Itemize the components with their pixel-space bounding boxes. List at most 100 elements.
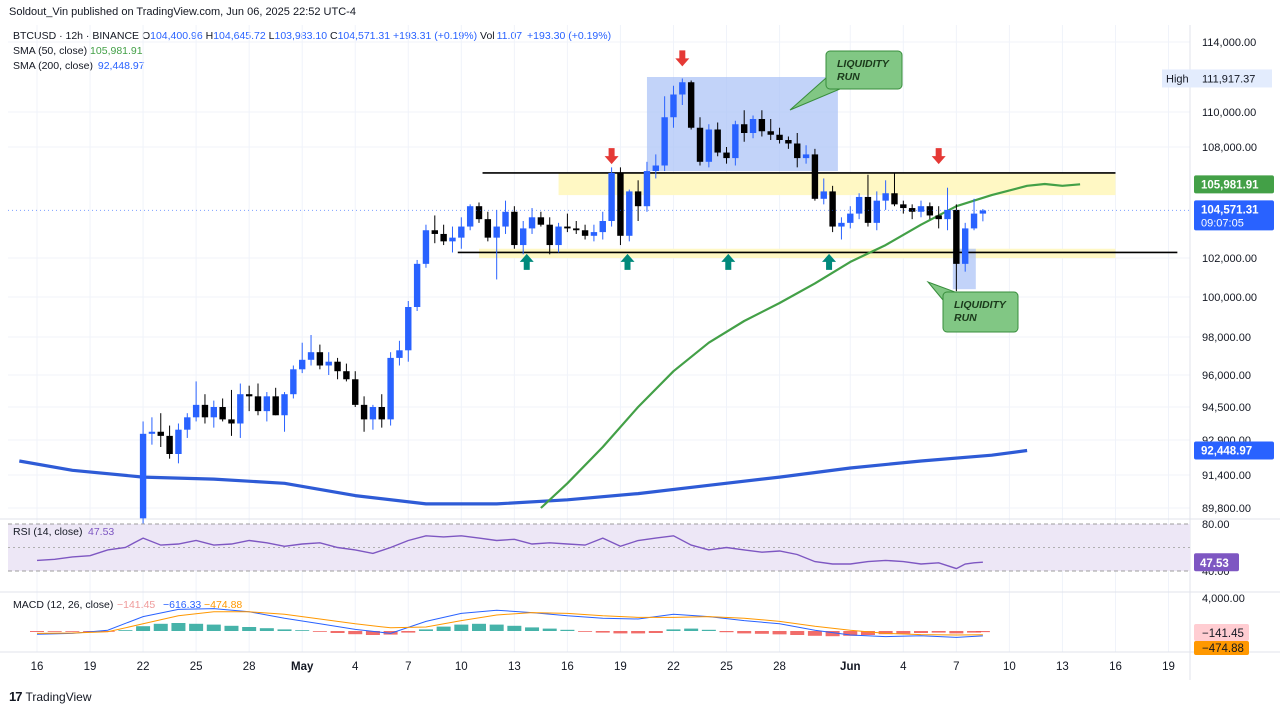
x-tick-label: 19 xyxy=(84,661,97,673)
callout-text-line1: LIQUIDITY xyxy=(837,58,890,70)
macd-hist-bar xyxy=(153,623,168,631)
candle-body xyxy=(732,124,739,159)
price-label: 104,571.31 xyxy=(1201,204,1259,216)
candle-body xyxy=(237,394,244,424)
candlestick-chart[interactable]: LIQUIDITYRUNLIQUIDITYRUN114,000.00110,00… xyxy=(0,0,1280,711)
candle-body xyxy=(219,407,226,420)
macd-hist-bar xyxy=(807,631,822,636)
candle-body xyxy=(758,119,766,132)
candle-body xyxy=(749,119,757,133)
x-tick-label: 7 xyxy=(953,661,959,673)
down-arrow-icon xyxy=(604,148,619,165)
x-tick-label: 25 xyxy=(190,661,203,673)
candle-body xyxy=(290,369,297,395)
candle-body xyxy=(493,226,500,238)
rsi-label: RSI (14, close) xyxy=(13,526,82,538)
candle-body xyxy=(590,232,598,236)
candle-body xyxy=(343,371,350,380)
macd-hist-bar xyxy=(949,631,964,634)
down-arrow-icon xyxy=(931,148,946,165)
candle-body xyxy=(360,404,368,420)
x-tick-label: 10 xyxy=(455,661,468,673)
macd-hist-bar xyxy=(595,631,610,633)
macd-hist-bar xyxy=(454,624,469,631)
price-label: 105,981.91 xyxy=(1201,179,1259,191)
callout-text-line2: RUN xyxy=(837,71,860,83)
x-tick-label: 22 xyxy=(667,661,680,673)
macd-hist-bar xyxy=(118,630,133,631)
macd-hist-bar xyxy=(613,631,628,634)
macd-tick: 4,000.00 xyxy=(1202,593,1245,605)
candle-body xyxy=(626,191,633,236)
x-tick-label: 22 xyxy=(137,661,150,673)
x-tick-label: May xyxy=(291,661,314,673)
candle-body xyxy=(564,226,571,229)
macd-hist-axis-value: −141.45 xyxy=(1202,628,1244,640)
candle-body xyxy=(175,429,182,454)
candle-body xyxy=(307,352,315,360)
y-tick-label: 91,400.00 xyxy=(1202,470,1251,482)
candle-body xyxy=(263,396,271,412)
candle-body xyxy=(484,219,492,238)
rsi-value: 47.53 xyxy=(88,526,114,538)
macd-hist-bar xyxy=(224,625,239,631)
candle-body xyxy=(643,171,651,207)
x-tick-label: 16 xyxy=(1109,661,1122,673)
candle-body xyxy=(254,396,262,412)
rsi-tick: 80.00 xyxy=(1202,519,1230,531)
candle-body xyxy=(634,191,642,207)
x-tick-label: 10 xyxy=(1003,661,1016,673)
candle-body xyxy=(714,129,721,153)
y-tick-label: 108,000.00 xyxy=(1202,142,1257,154)
tradingview-brand-label: TradingView xyxy=(25,689,92,704)
macd-hist-bar xyxy=(330,631,345,633)
candle-body xyxy=(811,154,819,199)
x-tick-label: 4 xyxy=(352,661,359,673)
candle-body xyxy=(528,217,536,229)
macd-hist-bar xyxy=(436,626,451,631)
macd-hist-bar xyxy=(189,623,204,631)
candle-body xyxy=(413,263,421,307)
candle-body xyxy=(741,124,748,133)
macd-hist-bar xyxy=(418,629,433,631)
candle-body xyxy=(449,237,456,242)
macd-hist-bar xyxy=(701,629,716,631)
high-marker-label: High xyxy=(1166,73,1189,85)
y-tick-label: 102,000.00 xyxy=(1202,253,1257,265)
macd-hist-bar xyxy=(472,623,486,631)
candle-body xyxy=(466,206,474,227)
macd-hist-bar xyxy=(259,628,274,631)
candle-body xyxy=(838,222,845,227)
macd-hist-bar xyxy=(348,631,363,635)
macd-hist-bar xyxy=(719,631,734,633)
candle-body xyxy=(502,211,509,227)
candle-body xyxy=(139,433,147,519)
candle-body xyxy=(608,172,615,221)
macd-hist-bar xyxy=(30,631,44,632)
candle-body xyxy=(166,435,173,454)
candle-body xyxy=(820,191,827,199)
macd-hist-bar xyxy=(47,631,62,632)
callout-text-line2: RUN xyxy=(954,312,977,324)
candle-body xyxy=(705,129,713,162)
candle-body xyxy=(184,417,191,430)
candle-body xyxy=(599,221,606,233)
macd-hist-bar xyxy=(206,624,221,631)
candle-body xyxy=(546,224,553,246)
x-tick-label: 16 xyxy=(31,661,44,673)
macd-hist-bar xyxy=(975,631,990,633)
x-tick-label: Jun xyxy=(840,661,860,673)
candle-body xyxy=(661,117,668,166)
support-zone xyxy=(479,248,1116,258)
candle-body xyxy=(201,404,209,418)
candle-body xyxy=(891,193,898,205)
signal-value: −474.88 xyxy=(204,599,242,611)
candle-body xyxy=(847,213,854,223)
x-tick-label: 13 xyxy=(1056,661,1069,673)
candle-body xyxy=(776,134,783,140)
candle-body xyxy=(679,82,686,95)
macd-signal-axis-value: −474.88 xyxy=(1202,643,1244,655)
y-tick-label: 96,000.00 xyxy=(1202,370,1251,382)
candle-body xyxy=(352,379,359,405)
macd-hist-bar xyxy=(914,631,928,633)
